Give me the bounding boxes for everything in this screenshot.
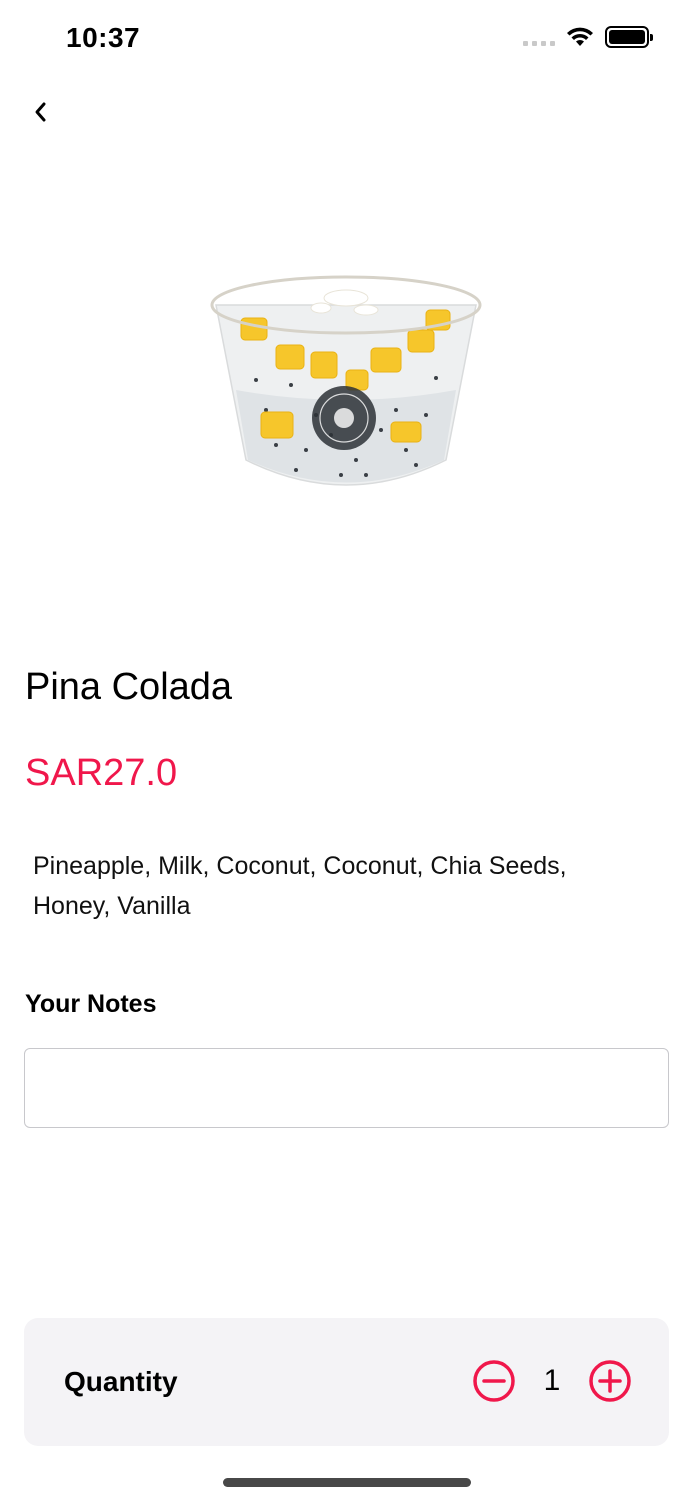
notes-label: Your Notes (25, 990, 157, 1018)
quantity-card: Quantity 1 (24, 1318, 669, 1446)
home-indicator[interactable] (223, 1478, 471, 1487)
increment-button[interactable] (587, 1358, 633, 1404)
product-detail-screen: 10:37 Pina Colada SAR27.0 Pineapple, Mil… (0, 0, 693, 1500)
quantity-label: Quantity (64, 1366, 178, 1397)
product-image (210, 275, 482, 486)
status-time: 10:37 (66, 22, 141, 53)
quantity-stepper: 1 (471, 1358, 633, 1404)
notes-input[interactable] (24, 1048, 669, 1128)
product-title: Pina Colada (25, 666, 233, 708)
chevron-left-icon (35, 102, 46, 122)
battery-icon (605, 26, 653, 48)
product-price: SAR27.0 (25, 752, 178, 794)
signal-icon (523, 28, 555, 46)
product-ingredients: Pineapple, Milk, Coconut, Coconut, Chia … (33, 852, 567, 920)
wifi-icon (567, 27, 593, 46)
plus-circle-icon (589, 1360, 631, 1402)
quantity-value: 1 (543, 1364, 561, 1397)
decrement-button[interactable] (471, 1358, 517, 1404)
minus-circle-icon (473, 1360, 515, 1402)
back-button[interactable] (22, 92, 58, 132)
status-icons (523, 26, 653, 48)
